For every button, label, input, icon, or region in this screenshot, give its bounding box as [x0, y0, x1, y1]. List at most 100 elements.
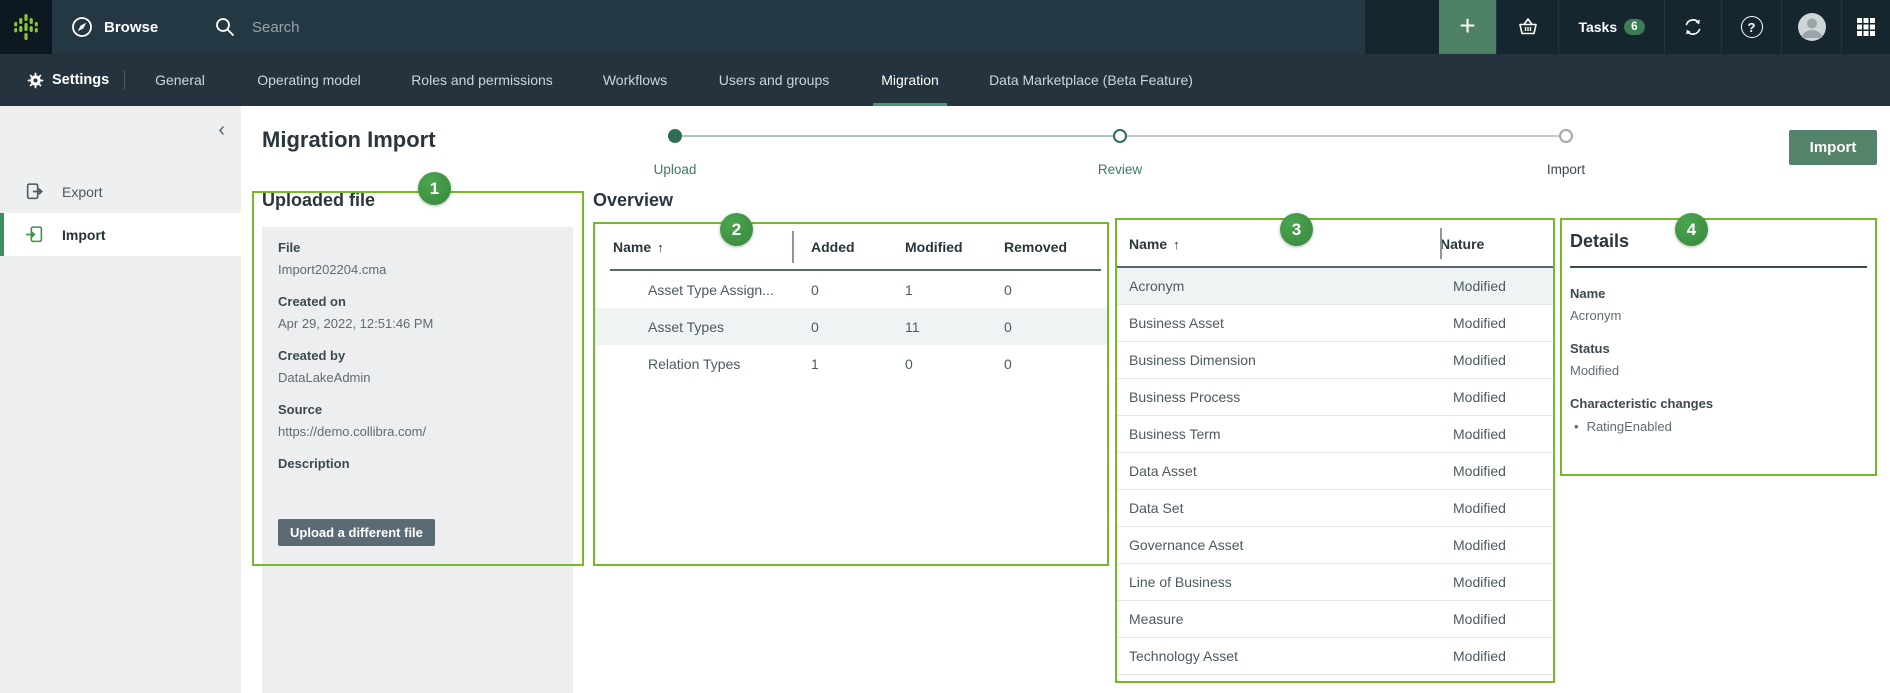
- column-header-modified[interactable]: Modified: [905, 239, 1004, 255]
- column-header-name[interactable]: Name↑: [613, 239, 811, 255]
- tab-general[interactable]: General: [155, 54, 205, 106]
- tasks-label: Tasks: [1578, 19, 1617, 35]
- browse-label: Browse: [104, 19, 158, 36]
- import-button[interactable]: Import: [1789, 130, 1877, 165]
- table-row[interactable]: Business Process Modified: [1115, 379, 1555, 416]
- data-basket-button[interactable]: [1496, 0, 1558, 54]
- apps-grid-icon: [1856, 17, 1876, 37]
- table-row[interactable]: Relation Types 1 0 0: [593, 345, 1109, 382]
- app-window: Browse +: [0, 0, 1890, 693]
- table-row[interactable]: Business Asset Modified: [1115, 305, 1555, 342]
- table-row[interactable]: Governance Asset Modified: [1115, 527, 1555, 564]
- sidebar-item-label: Import: [62, 227, 106, 243]
- table-row[interactable]: Acronym Modified: [1115, 268, 1555, 305]
- table-row[interactable]: Data Asset Modified: [1115, 453, 1555, 490]
- field-label: File: [278, 240, 557, 255]
- field-value: [278, 478, 557, 493]
- help-button[interactable]: ?: [1721, 0, 1781, 54]
- field-value: Import202204.cma: [278, 262, 557, 277]
- callout-badge-1: 1: [418, 172, 451, 205]
- bullet-icon: •: [1574, 419, 1579, 434]
- sort-asc-icon: ↑: [1173, 237, 1180, 252]
- field-value: Modified: [1570, 363, 1867, 378]
- collibra-logo-icon: [10, 11, 42, 43]
- sort-asc-icon: ↑: [657, 240, 664, 255]
- step-label-review: Review: [1098, 162, 1142, 177]
- details-rule: [1570, 266, 1867, 268]
- sync-icon: [1681, 15, 1705, 39]
- types-table-header: Name↑ Nature: [1115, 219, 1555, 268]
- column-header-nature[interactable]: Nature: [1440, 236, 1555, 252]
- column-header-name[interactable]: Name↑: [1129, 236, 1440, 252]
- header-divider: [1440, 228, 1442, 259]
- uploaded-file-panel: File Import202204.cma Created on Apr 29,…: [262, 227, 573, 693]
- field-label: Name: [1570, 286, 1867, 301]
- user-menu-button[interactable]: [1781, 0, 1841, 54]
- home-logo-button[interactable]: [0, 0, 52, 54]
- column-header-added[interactable]: Added: [811, 239, 905, 255]
- step-label-import: Import: [1547, 162, 1585, 177]
- step-node-review: [1113, 129, 1127, 143]
- header-underline: [1115, 266, 1555, 268]
- tasks-button[interactable]: Tasks 6: [1558, 0, 1664, 54]
- export-icon: [25, 182, 44, 201]
- tab-roles-and-permissions[interactable]: Roles and permissions: [411, 54, 553, 106]
- field-label: Status: [1570, 341, 1867, 356]
- settings-label: Settings: [52, 72, 109, 88]
- overview-table: Name↑ Added Modified Removed Asset Type …: [593, 223, 1109, 382]
- overview-heading: Overview: [593, 190, 673, 211]
- field-label: Description: [278, 456, 557, 471]
- field-value: https://demo.collibra.com/: [278, 424, 557, 439]
- column-header-removed[interactable]: Removed: [1004, 239, 1109, 255]
- tab-operating-model[interactable]: Operating model: [257, 54, 361, 106]
- basket-icon: [1516, 15, 1540, 39]
- table-row[interactable]: Measure Modified: [1115, 601, 1555, 638]
- tab-users-and-groups[interactable]: Users and groups: [719, 54, 830, 106]
- plus-icon: +: [1459, 12, 1475, 40]
- field-label: Characteristic changes: [1570, 396, 1867, 411]
- settings-menu[interactable]: Settings: [27, 54, 109, 106]
- field-label: Source: [278, 402, 557, 417]
- field-label: Created on: [278, 294, 557, 309]
- browse-button[interactable]: Browse: [70, 0, 158, 54]
- help-icon: ?: [1741, 16, 1763, 38]
- overview-table-header: Name↑ Added Modified Removed: [593, 223, 1109, 271]
- apps-menu-button[interactable]: [1841, 0, 1890, 54]
- table-row[interactable]: Business Term Modified: [1115, 416, 1555, 453]
- table-row[interactable]: Asset Type Assign... 0 1 0: [593, 271, 1109, 308]
- sidebar-item-import[interactable]: Import: [0, 213, 241, 256]
- step-node-import: [1559, 129, 1573, 143]
- step-node-upload: [668, 129, 682, 143]
- types-table: Name↑ Nature Acronym Modified Business A…: [1115, 219, 1555, 675]
- details-heading: Details: [1570, 231, 1867, 252]
- sidebar-collapse-button[interactable]: ‹: [218, 120, 225, 140]
- search-icon: [214, 16, 236, 38]
- tab-data-marketplace[interactable]: Data Marketplace (Beta Feature): [989, 54, 1193, 106]
- table-row[interactable]: Technology Asset Modified: [1115, 638, 1555, 675]
- uploaded-file-heading: Uploaded file: [262, 190, 375, 211]
- tab-workflows[interactable]: Workflows: [603, 54, 667, 106]
- step-label-upload: Upload: [654, 162, 697, 177]
- create-button[interactable]: +: [1439, 0, 1496, 54]
- gear-icon: [27, 72, 44, 89]
- table-row[interactable]: Line of Business Modified: [1115, 564, 1555, 601]
- field-label: Created by: [278, 348, 557, 363]
- search-bar: [214, 0, 1232, 54]
- table-row[interactable]: Data Set Modified: [1115, 490, 1555, 527]
- upload-different-file-button[interactable]: Upload a different file: [278, 519, 435, 546]
- sidebar-item-export[interactable]: Export: [0, 170, 241, 213]
- tasks-count-badge: 6: [1624, 19, 1644, 35]
- stepper-line-active: [675, 135, 1120, 137]
- field-value: Acronym: [1570, 308, 1867, 323]
- field-value: Apr 29, 2022, 12:51:46 PM: [278, 316, 557, 331]
- page-title: Migration Import: [262, 127, 436, 153]
- table-row[interactable]: Business Dimension Modified: [1115, 342, 1555, 379]
- header-divider: [792, 231, 794, 263]
- table-row[interactable]: Asset Types 0 11 0: [593, 308, 1109, 345]
- tab-migration[interactable]: Migration: [881, 54, 939, 106]
- settings-nav-bar: Settings General Operating model Roles a…: [0, 54, 1890, 106]
- search-input[interactable]: [252, 19, 1232, 36]
- field-value: DataLakeAdmin: [278, 370, 557, 385]
- sidebar-item-label: Export: [62, 184, 102, 200]
- sync-button[interactable]: [1664, 0, 1721, 54]
